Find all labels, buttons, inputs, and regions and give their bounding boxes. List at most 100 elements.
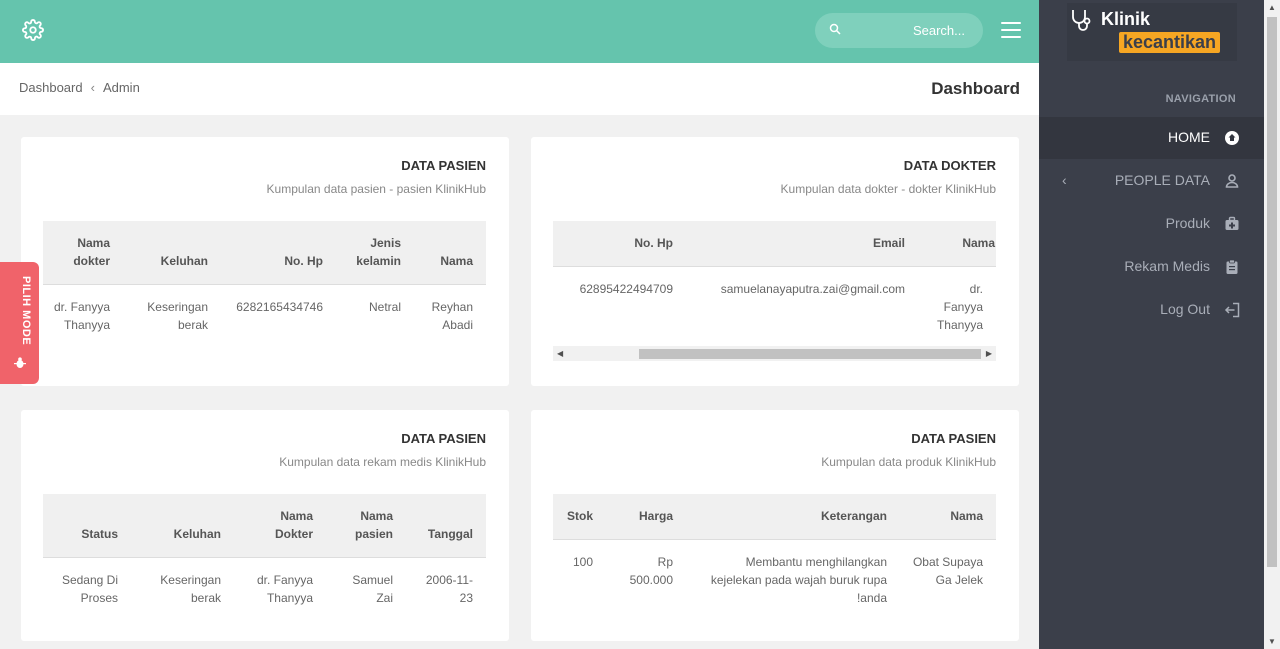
- dokter-table-scroll[interactable]: No. Hp Email Nama 62895422494709 samuela…: [553, 221, 996, 363]
- col-tanggal[interactable]: Tanggal: [406, 494, 486, 558]
- card-title: DATA PASIEN: [401, 158, 486, 173]
- vertical-scrollbar[interactable]: ▲ ▼: [1264, 0, 1280, 649]
- breadcrumb-bar: Dashboard ‹ Admin Dashboard: [0, 63, 1039, 115]
- cell: 6282165434746: [236, 300, 323, 314]
- cell: dr. Fanyya Thanyya: [256, 573, 313, 605]
- search-icon: [829, 23, 841, 35]
- sidebar-item-label: Rekam Medis: [1124, 258, 1210, 274]
- cell: Keseringan berak: [160, 573, 221, 605]
- logo-text-klinik: Klinik: [1101, 9, 1151, 29]
- bug-icon: [14, 357, 26, 368]
- scrollbar-thumb[interactable]: [1267, 17, 1277, 567]
- logout-icon: [1224, 302, 1240, 318]
- col-nama-pasien[interactable]: Nama pasien: [326, 494, 406, 558]
- card-data-dokter: DATA DOKTER Kumpulan data dokter - dokte…: [531, 137, 1019, 386]
- pasien-table: Nama dokter Keluhan No. Hp Jenis kelamin…: [43, 221, 486, 344]
- scroll-right-icon[interactable]: ▶: [986, 349, 992, 358]
- table-header-row: Nama dokter Keluhan No. Hp Jenis kelamin…: [43, 221, 486, 285]
- cell: Reyhan Abadi: [431, 300, 473, 332]
- col-nama-dokter[interactable]: Nama Dokter: [234, 494, 326, 558]
- card-subtitle: Kumpulan data pasien - pasien KlinikHub: [266, 182, 486, 196]
- sidebar-item-home[interactable]: HOME: [1039, 117, 1264, 159]
- table-header-row: Stok Harga Keterangan Nama: [553, 494, 996, 540]
- table-header-row: No. Hp Email Nama: [553, 221, 996, 267]
- horizontal-scrollbar[interactable]: ◀ ▶: [553, 346, 996, 361]
- scroll-up-icon[interactable]: ▲: [1268, 3, 1276, 12]
- col-keluhan[interactable]: Keluhan: [131, 494, 234, 558]
- col-nama[interactable]: Nama: [414, 221, 486, 285]
- sidebar-item-label: Produk: [1165, 215, 1210, 231]
- card-title: DATA PASIEN: [401, 431, 486, 446]
- breadcrumb: Dashboard ‹ Admin: [19, 80, 140, 95]
- breadcrumb-admin[interactable]: Admin: [103, 80, 140, 95]
- search-box[interactable]: Search...: [815, 13, 983, 48]
- col-nama-dokter[interactable]: Nama dokter: [43, 221, 123, 285]
- pilih-mode-button[interactable]: PILIH MODE: [0, 262, 39, 384]
- card-subtitle: Kumpulan data rekam medis KlinikHub: [279, 455, 486, 469]
- sidebar: Klinik kecantikan NAVIGATION HOME ‹ PEOP…: [1039, 0, 1264, 649]
- cell: samuelanayaputra.zai@gmail.com: [720, 282, 905, 296]
- nav-heading: NAVIGATION: [1165, 93, 1236, 105]
- gear-icon[interactable]: [22, 19, 44, 41]
- col-stok[interactable]: Stok: [553, 494, 606, 540]
- chevron-left-icon: ‹: [1062, 172, 1067, 188]
- col-jenis-kelamin[interactable]: Jenis kelamin: [336, 221, 414, 285]
- table-row: 100 Rp 500.000 Membantu menghilangkan ke…: [553, 540, 996, 618]
- logo[interactable]: Klinik kecantikan: [1067, 3, 1237, 61]
- col-keluhan[interactable]: Keluhan: [123, 221, 221, 285]
- cell: Obat Supaya Ga Jelek: [912, 555, 983, 587]
- table-row: dr. Fanyya Thanyya Keseringan berak 6282…: [43, 285, 486, 345]
- sidebar-item-label: Log Out: [1160, 301, 1210, 317]
- cell: 100: [572, 555, 593, 569]
- col-nama[interactable]: Nama: [900, 494, 996, 540]
- card-data-rekam-medis: DATA PASIEN Kumpulan data rekam medis Kl…: [21, 410, 509, 641]
- sidebar-item-log-out[interactable]: Log Out: [1039, 289, 1264, 331]
- sidebar-item-produk[interactable]: Produk: [1039, 203, 1264, 245]
- cell: Keseringan berak: [147, 300, 208, 332]
- table-header-row: Status Keluhan Nama Dokter Nama pasien T…: [43, 494, 486, 558]
- cell: 2006-11-23: [425, 573, 473, 605]
- table-row: 62895422494709 samuelanayaputra.zai@gmai…: [553, 267, 996, 345]
- card-subtitle: Kumpulan data dokter - dokter KlinikHub: [780, 182, 996, 196]
- col-harga[interactable]: Harga: [606, 494, 686, 540]
- chevron-left-icon: ‹: [90, 80, 95, 95]
- col-no-hp[interactable]: No. Hp: [221, 221, 336, 285]
- col-keterangan[interactable]: Keterangan: [686, 494, 900, 540]
- breadcrumb-dashboard[interactable]: Dashboard: [19, 80, 83, 95]
- sidebar-item-people-data[interactable]: ‹ PEOPLE DATA: [1039, 160, 1264, 202]
- produk-table: Stok Harga Keterangan Nama 100 Rp 500.00…: [553, 494, 996, 617]
- pilih-mode-label: PILIH MODE: [20, 276, 32, 346]
- scroll-left-icon[interactable]: ◀: [557, 349, 563, 358]
- col-status[interactable]: Status: [43, 494, 131, 558]
- card-data-pasien: DATA PASIEN Kumpulan data pasien - pasie…: [21, 137, 509, 386]
- card-title: DATA PASIEN: [911, 431, 996, 446]
- top-bar: Search...: [0, 0, 1039, 63]
- logo-text-kecantikan: kecantikan: [1119, 32, 1221, 53]
- col-nama[interactable]: Nama: [918, 221, 996, 267]
- cell: Samuel Zai: [352, 573, 393, 605]
- rekam-table: Status Keluhan Nama Dokter Nama pasien T…: [43, 494, 486, 617]
- cell: 62895422494709: [579, 282, 673, 296]
- scroll-down-icon[interactable]: ▼: [1268, 637, 1276, 646]
- sidebar-item-label: PEOPLE DATA: [1114, 172, 1210, 188]
- sidebar-item-rekam-medis[interactable]: Rekam Medis: [1039, 246, 1264, 288]
- col-no-hp[interactable]: No. Hp: [553, 221, 686, 267]
- cell: Rp 500.000: [629, 555, 673, 587]
- scrollbar-thumb[interactable]: [639, 349, 981, 359]
- sidebar-item-label: HOME: [1168, 129, 1210, 145]
- dokter-table: No. Hp Email Nama 62895422494709 samuela…: [553, 221, 996, 344]
- card-data-produk: DATA PASIEN Kumpulan data produk KlinikH…: [531, 410, 1019, 641]
- table-row: Sedang Di Proses Keseringan berak dr. Fa…: [43, 558, 486, 618]
- card-subtitle: Kumpulan data produk KlinikHub: [821, 455, 996, 469]
- menu-icon[interactable]: [1001, 22, 1021, 38]
- cell: dr. Fanyya Thanyya: [53, 300, 110, 332]
- col-email[interactable]: Email: [686, 221, 918, 267]
- cell: Sedang Di Proses: [61, 573, 118, 605]
- clipboard-icon: [1226, 259, 1238, 274]
- cell: Membantu menghilangkan kejelekan pada wa…: [710, 555, 887, 605]
- search-input[interactable]: Search...: [913, 23, 965, 38]
- cell: Netral: [368, 300, 401, 314]
- card-title: DATA DOKTER: [903, 158, 996, 173]
- cell: dr. Fanyya Thanyya: [936, 282, 983, 332]
- stethoscope-icon: [1072, 10, 1091, 31]
